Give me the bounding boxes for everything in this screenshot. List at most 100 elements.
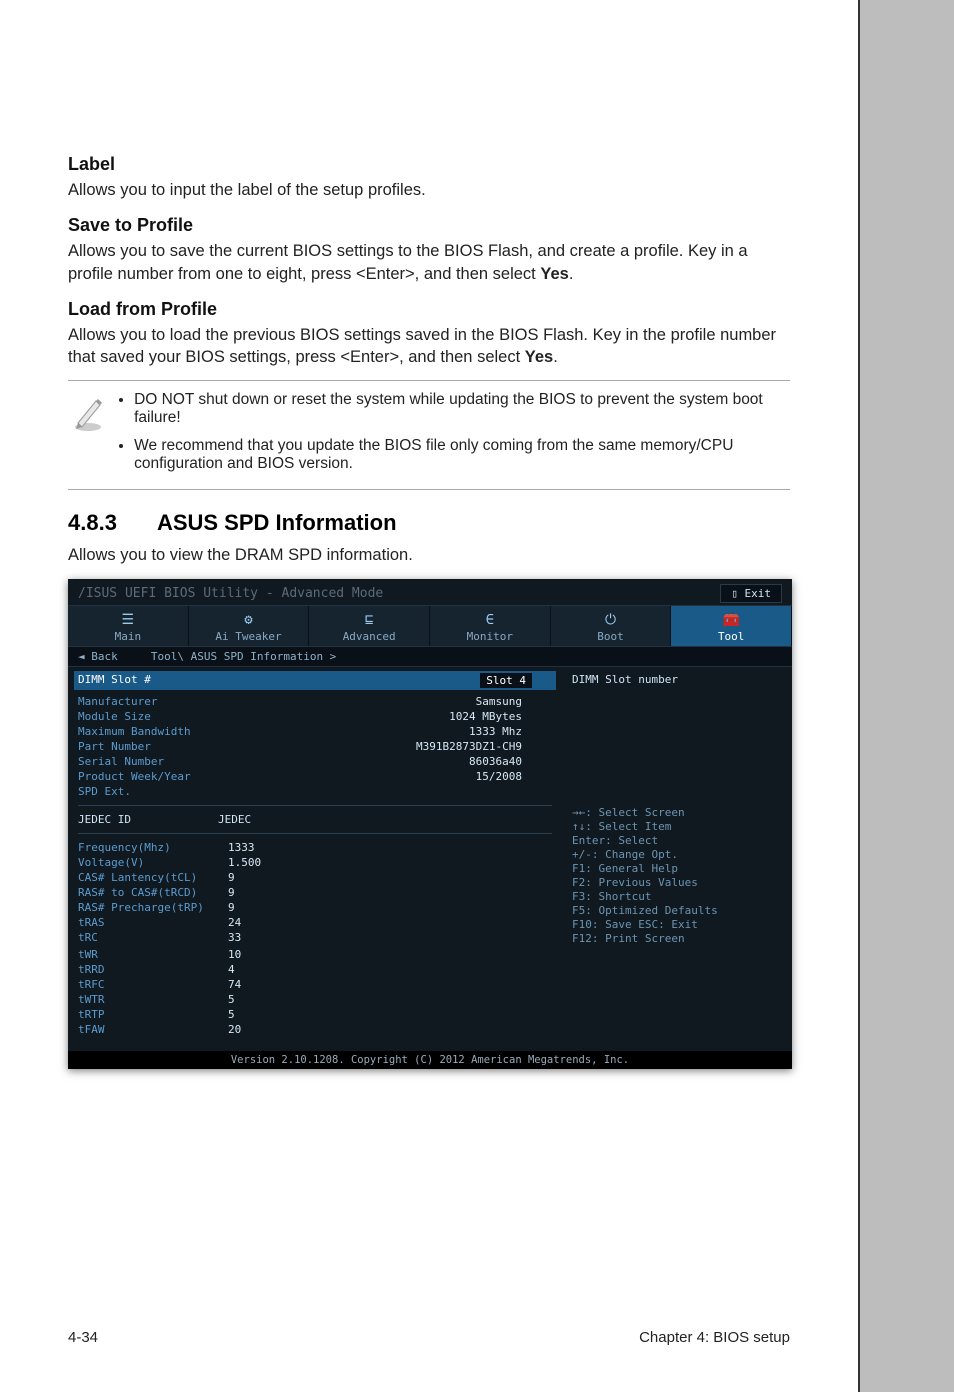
timing-value: 20 <box>228 1023 241 1036</box>
timing-label: tRRD <box>78 963 248 976</box>
back-arrow-icon: ◄ <box>78 650 91 663</box>
keyhelp-line: ↑↓: Select Item <box>572 820 782 833</box>
timing-value: 74 <box>228 978 241 991</box>
save-desc: Allows you to save the current BIOS sett… <box>68 240 790 285</box>
info-value <box>248 785 552 798</box>
boot-icon: ⏻ <box>551 612 671 628</box>
section-desc: Allows you to view the DRAM SPD informat… <box>68 544 790 566</box>
timing-value: 9 <box>228 886 235 899</box>
label-desc: Allows you to input the label of the set… <box>68 179 790 201</box>
timing-label: RAS# Precharge(tRP) <box>78 901 248 914</box>
info-label: Product Week/Year <box>78 770 248 783</box>
info-value: 15/2008 <box>248 770 552 783</box>
timing-row: tRFC74 <box>78 977 552 992</box>
tab-ai-tweaker[interactable]: ⚙ Ai Tweaker <box>189 606 310 646</box>
jedec-id-val: JEDEC <box>218 813 251 826</box>
keyhelp-line: →←: Select Screen <box>572 806 782 819</box>
timing-row: tRC33 <box>78 930 552 945</box>
keyhelp-line: F12: Print Screen <box>572 932 782 945</box>
load-text-bold: Yes <box>525 348 553 366</box>
timing-label: tWTR <box>78 993 248 1006</box>
info-label: Manufacturer <box>78 695 248 708</box>
timing-value: 4 <box>228 963 235 976</box>
timing-value: 33 <box>228 931 241 944</box>
bios-back-bar[interactable]: ◄ Back Tool\ ASUS SPD Information > <box>68 647 792 667</box>
info-row: Maximum Bandwidth1333 Mhz <box>78 724 552 739</box>
main-icon: ☰ <box>68 612 188 628</box>
bios-exit-button[interactable]: ▯ Exit <box>720 584 782 603</box>
info-value: M391B2873DZ1-CH9 <box>248 740 552 753</box>
note-body: DO NOT shut down or reset the system whi… <box>116 387 790 483</box>
page-number: 4-34 <box>68 1329 98 1346</box>
dimm-slot-value: Slot 4 <box>480 673 532 688</box>
keyhelp-line: F3: Shortcut <box>572 890 782 903</box>
load-heading: Load from Profile <box>68 299 790 320</box>
key-help: →←: Select Screen↑↓: Select ItemEnter: S… <box>572 806 782 945</box>
timing-label: CAS# Lantency(tCL) <box>78 871 248 884</box>
timing-label: tRAS <box>78 916 248 929</box>
note-icon <box>68 387 116 483</box>
tab-boot[interactable]: ⏻Boot <box>551 606 672 646</box>
info-label: SPD Ext. <box>78 785 248 798</box>
info-value: 86036a40 <box>248 755 552 768</box>
timing-label: Frequency(Mhz) <box>78 841 248 854</box>
keyhelp-line: +/-: Change Opt. <box>572 848 782 861</box>
advanced-icon: ⊑ <box>309 612 429 628</box>
timing-label: RAS# to CAS#(tRCD) <box>78 886 248 899</box>
save-text-2: . <box>569 265 574 283</box>
dimm-slot-label: DIMM Slot # <box>78 673 358 688</box>
exit-label: Exit <box>745 587 772 600</box>
tool-icon: 🧰 <box>671 612 791 628</box>
note-item-1: DO NOT shut down or reset the system whi… <box>134 391 790 427</box>
bios-title: /ISUS UEFI BIOS Utility - Advanced Mode <box>78 586 383 601</box>
timing-row: CAS# Lantency(tCL)9 <box>78 870 552 885</box>
note-box: DO NOT shut down or reset the system whi… <box>68 380 790 490</box>
bios-footer: Version 2.10.1208. Copyright (C) 2012 Am… <box>68 1051 792 1069</box>
info-value: Samsung <box>248 695 552 708</box>
timing-value: 1.500 <box>228 856 261 869</box>
info-label: Part Number <box>78 740 248 753</box>
info-row: Part NumberM391B2873DZ1-CH9 <box>78 739 552 754</box>
keyhelp-line: F1: General Help <box>572 862 782 875</box>
tab-tool-label: Tool <box>718 630 745 643</box>
tab-tool[interactable]: 🧰 Tool <box>671 606 792 646</box>
timing-value: 9 <box>228 901 235 914</box>
timing-row: Frequency(Mhz)1333 <box>78 840 552 855</box>
section-4-8-3-heading: 4.8.3ASUS SPD Information <box>68 510 790 536</box>
info-label: Serial Number <box>78 755 248 768</box>
timing-label: tFAW <box>78 1023 248 1036</box>
keyhelp-line: F10: Save ESC: Exit <box>572 918 782 931</box>
tab-ai-label: Ai Tweaker <box>215 630 281 643</box>
load-text-2: . <box>553 348 558 366</box>
load-desc: Allows you to load the previous BIOS set… <box>68 324 790 369</box>
tab-advanced-label: Advanced <box>343 630 396 643</box>
timing-label: Voltage(V) <box>78 856 248 869</box>
timing-value: 9 <box>228 871 235 884</box>
timing-row: RAS# Precharge(tRP)9 <box>78 900 552 915</box>
dimm-slot-row[interactable]: DIMM Slot # Slot 4 <box>74 671 556 690</box>
tab-monitor[interactable]: ∈Monitor <box>430 606 551 646</box>
section-title: ASUS SPD Information <box>157 510 397 535</box>
breadcrumb: Tool\ ASUS SPD Information > <box>151 650 336 663</box>
tweaker-icon: ⚙ <box>189 612 309 628</box>
info-row: SPD Ext. <box>78 784 552 799</box>
tab-monitor-label: Monitor <box>467 630 513 643</box>
info-row: ManufacturerSamsung <box>78 694 552 709</box>
right-heading: DIMM Slot number <box>572 673 782 686</box>
jedec-header: JEDEC ID JEDEC <box>78 812 552 827</box>
load-text-1: Allows you to load the previous BIOS set… <box>68 326 776 366</box>
timing-label: tRC <box>78 931 248 944</box>
note-item-2: We recommend that you update the BIOS fi… <box>134 437 790 473</box>
info-row: Module Size1024 MBytes <box>78 709 552 724</box>
timing-value: 24 <box>228 916 241 929</box>
tab-advanced[interactable]: ⊑ Advanced <box>309 606 430 646</box>
timing-label: tWR <box>78 948 248 961</box>
keyhelp-line: F5: Optimized Defaults <box>572 904 782 917</box>
info-row: Product Week/Year15/2008 <box>78 769 552 784</box>
timing-row: Voltage(V)1.500 <box>78 855 552 870</box>
timing-row: tRAS24 <box>78 915 552 930</box>
info-label: Maximum Bandwidth <box>78 725 248 738</box>
chapter-label: Chapter 4: BIOS setup <box>639 1329 790 1346</box>
tab-main[interactable]: ☰Main <box>68 606 189 646</box>
info-value: 1333 Mhz <box>248 725 552 738</box>
